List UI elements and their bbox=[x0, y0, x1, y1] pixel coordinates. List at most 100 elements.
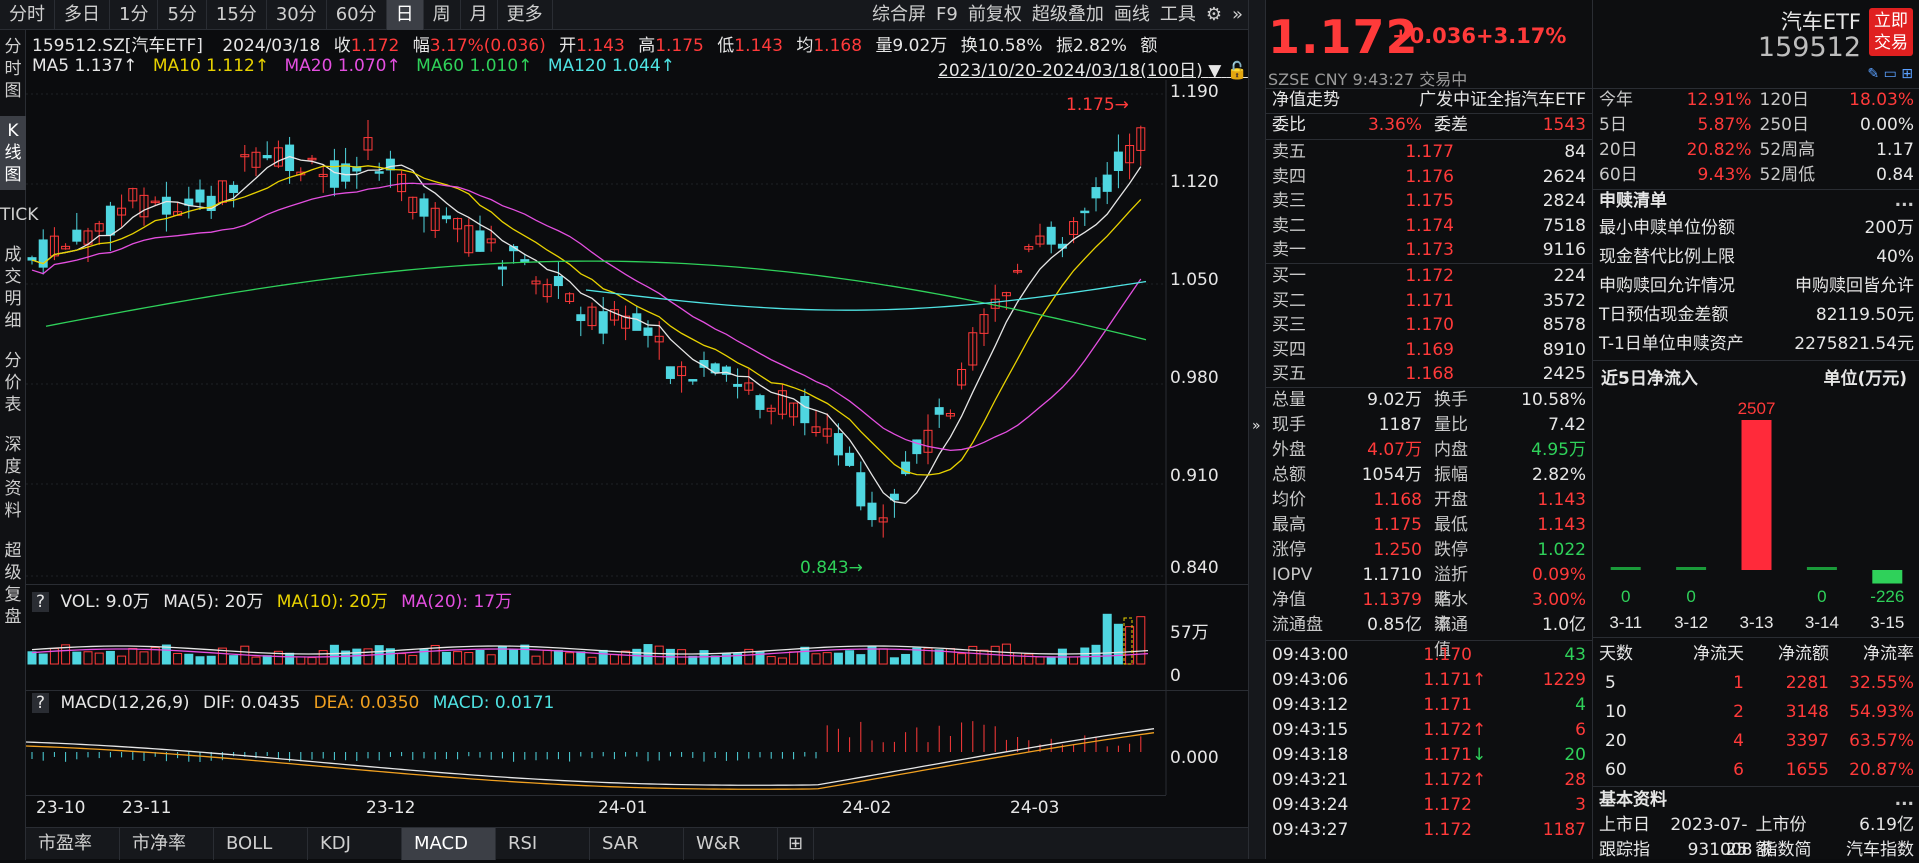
candle-body bbox=[721, 366, 731, 375]
nav-price-table[interactable]: 分价表 bbox=[0, 346, 26, 420]
date-tick: 23-11 bbox=[122, 798, 172, 818]
perf-value: 20.82% bbox=[1686, 140, 1752, 160]
tool-tools[interactable]: 工具 bbox=[1155, 0, 1201, 30]
period-60min[interactable]: 60分 bbox=[327, 0, 387, 30]
dropdown-icon[interactable]: ▼ bbox=[1208, 61, 1221, 81]
tick-time: 09:43:21 bbox=[1272, 770, 1349, 790]
nav-tick[interactable]: TICK bbox=[0, 200, 38, 230]
add-tab-icon[interactable]: ⊞ bbox=[778, 827, 814, 860]
ask-row[interactable]: 卖一 1.173 9116 bbox=[1266, 238, 1592, 263]
more-icon[interactable]: ... bbox=[1895, 189, 1914, 214]
price-tick: 1.050 bbox=[1170, 270, 1219, 290]
volume-bar bbox=[777, 657, 787, 665]
candle-body bbox=[475, 230, 485, 252]
nav-trend-row[interactable]: 净值走势 广发中证全指汽车ETF bbox=[1266, 88, 1592, 113]
candle-body bbox=[733, 383, 743, 387]
ask-row[interactable]: 卖四 1.176 2624 bbox=[1266, 165, 1592, 190]
candle-body bbox=[1080, 210, 1090, 214]
tool-overlay[interactable]: 超级叠加 bbox=[1027, 0, 1109, 30]
market: SZSE bbox=[1268, 70, 1310, 89]
minus-icon[interactable]: ▭ bbox=[1884, 66, 1897, 82]
ask-row[interactable]: 卖五 1.177 84 bbox=[1266, 140, 1592, 165]
ask-row[interactable]: 卖二 1.174 7518 bbox=[1266, 214, 1592, 239]
plus-icon[interactable]: ⊞ bbox=[1901, 66, 1913, 82]
tick-row[interactable]: 09:43:00 1.170 43 bbox=[1266, 643, 1592, 668]
ask-row[interactable]: 卖三 1.175 2824 bbox=[1266, 189, 1592, 214]
bid-row[interactable]: 买四 1.169 8910 bbox=[1266, 338, 1592, 363]
tab-kdj[interactable]: KDJ bbox=[308, 827, 402, 860]
period-day[interactable]: 日 bbox=[386, 0, 424, 30]
lock-icon[interactable]: 🔓 bbox=[1227, 61, 1248, 81]
nav-detail[interactable]: 成交明细 bbox=[0, 240, 26, 336]
nav-fenshi[interactable]: 分时图 bbox=[0, 32, 26, 106]
tab-wr[interactable]: W&R bbox=[684, 827, 778, 860]
nav-depth[interactable]: 深度资料 bbox=[0, 430, 26, 526]
bid-row[interactable]: 买一 1.172 224 bbox=[1266, 264, 1592, 289]
tick-row[interactable]: 09:43:18 1.171 ↓ 20 bbox=[1266, 743, 1592, 768]
candle-body bbox=[777, 390, 787, 415]
chevron-right-icon[interactable]: » bbox=[1227, 0, 1248, 30]
tab-pe[interactable]: 市盈率 bbox=[26, 827, 120, 860]
date-span[interactable]: 2023/10/20-2024/03/18(100日) ▼ 🔓 bbox=[938, 56, 1248, 81]
candle-body bbox=[699, 360, 709, 368]
redeem-label: T-1日单位申赎资产 bbox=[1599, 334, 1744, 354]
nav-review[interactable]: 超级复盘 bbox=[0, 536, 26, 632]
tick-row[interactable]: 09:43:15 1.172 ↑ 6 bbox=[1266, 718, 1592, 743]
tick-row[interactable]: 09:43:12 1.171 4 bbox=[1266, 693, 1592, 718]
tab-sar[interactable]: SAR bbox=[590, 827, 684, 860]
gear-icon[interactable]: ⚙ bbox=[1201, 0, 1227, 30]
candle-body bbox=[83, 230, 93, 245]
period-1min[interactable]: 1分 bbox=[110, 0, 159, 30]
inflow-value-label: -226 bbox=[1870, 587, 1904, 606]
tab-macd[interactable]: MACD bbox=[402, 827, 496, 860]
panel-splitter[interactable]: » bbox=[1248, 0, 1266, 859]
more-icon[interactable]: ... bbox=[1895, 788, 1914, 813]
arrow-up-icon: ↑ bbox=[1472, 670, 1487, 690]
kline-chart[interactable] bbox=[26, 0, 1248, 859]
tick-row[interactable]: 09:43:27 1.172 1187 bbox=[1266, 818, 1592, 843]
period-15min[interactable]: 15分 bbox=[207, 0, 267, 30]
volume-bar bbox=[318, 650, 328, 665]
cell: 63.57% bbox=[1849, 731, 1914, 751]
volume-bar bbox=[587, 656, 597, 665]
period-fenshi[interactable]: 分时 bbox=[0, 0, 55, 30]
tab-boll[interactable]: BOLL bbox=[214, 827, 308, 860]
help-icon[interactable]: ? bbox=[32, 592, 50, 612]
candle-body bbox=[1125, 145, 1135, 164]
edit-icon[interactable]: ✎ bbox=[1867, 66, 1879, 82]
help-icon[interactable]: ? bbox=[32, 693, 50, 713]
tool-f9[interactable]: F9 bbox=[931, 0, 963, 30]
collapse-icon[interactable]: » bbox=[1252, 418, 1261, 434]
tab-pb[interactable]: 市净率 bbox=[120, 827, 214, 860]
volume-bar bbox=[240, 645, 250, 665]
inflow-day-label: 3-11 bbox=[1609, 613, 1642, 632]
candle-body bbox=[1013, 270, 1023, 273]
tick-list: 09:43:00 1.170 43 09:43:06 1.171 ↑ 1229 09:43… bbox=[1266, 643, 1592, 843]
tool-draw[interactable]: 画线 bbox=[1109, 0, 1155, 30]
tick-row[interactable]: 09:43:06 1.171 ↑ 1229 bbox=[1266, 668, 1592, 693]
tick-price: 1.170 bbox=[1423, 645, 1472, 665]
period-multiday[interactable]: 多日 bbox=[55, 0, 110, 30]
volume-bar bbox=[710, 655, 720, 665]
trade-now-button[interactable]: 立即交易 bbox=[1869, 8, 1913, 56]
tab-rsi[interactable]: RSI bbox=[496, 827, 590, 860]
flow5-unit: 单位(万元) bbox=[1823, 369, 1907, 389]
period-more[interactable]: 更多 bbox=[498, 0, 553, 30]
stat-value: 1.168 bbox=[1373, 490, 1422, 510]
tool-adjust[interactable]: 前复权 bbox=[963, 0, 1027, 30]
candle-body bbox=[94, 223, 104, 232]
ma60-legend: MA60 1.010↑ bbox=[416, 56, 533, 76]
tick-row[interactable]: 09:43:21 1.172 ↑ 28 bbox=[1266, 768, 1592, 793]
period-5min[interactable]: 5分 bbox=[158, 0, 207, 30]
tick-row[interactable]: 09:43:24 1.172 3 bbox=[1266, 793, 1592, 818]
nav-kline[interactable]: K线图 bbox=[0, 116, 26, 190]
period-month[interactable]: 月 bbox=[461, 0, 498, 30]
tick-dir-icon bbox=[1472, 643, 1496, 668]
bid-row[interactable]: 买三 1.170 8578 bbox=[1266, 313, 1592, 338]
period-30min[interactable]: 30分 bbox=[267, 0, 327, 30]
tool-composite[interactable]: 综合屏 bbox=[867, 0, 931, 30]
period-week[interactable]: 周 bbox=[424, 0, 461, 30]
cell: 20.87% bbox=[1849, 760, 1914, 780]
bid-row[interactable]: 买二 1.171 3572 bbox=[1266, 289, 1592, 314]
bid-row[interactable]: 买五 1.168 2425 bbox=[1266, 362, 1592, 387]
